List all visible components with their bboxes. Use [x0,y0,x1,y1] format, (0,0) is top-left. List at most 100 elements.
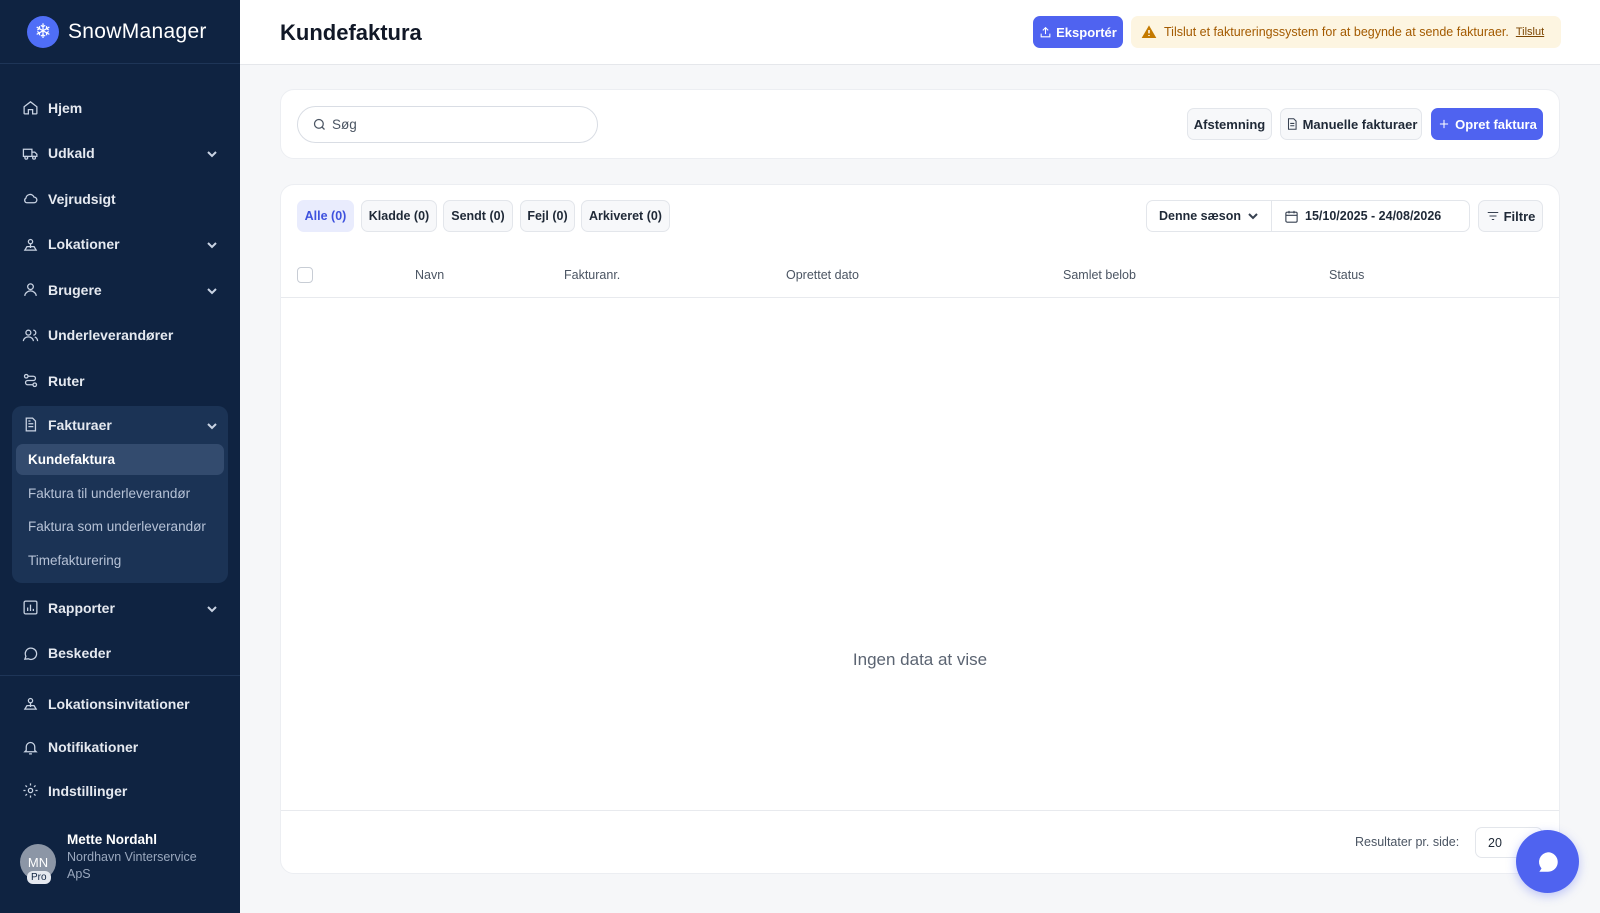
table-footer: Resultater pr. side: 20 [281,810,1559,873]
table-header: Navn Fakturanr. Oprettet dato Samlet bel… [281,251,1559,298]
season-select[interactable]: Denne sæson [1146,200,1272,232]
plan-badge: Pro [27,871,51,884]
create-invoice-button[interactable]: Opret faktura [1431,108,1543,140]
page-title: Kundefaktura [280,20,422,45]
tab-alle[interactable]: Alle (0) [297,200,354,232]
column-header-samlet-belob[interactable]: Samlet belob [1063,268,1136,282]
bell-icon [22,739,39,756]
app-name: SnowManager [68,19,207,43]
home-icon [22,99,39,116]
sidebar-item-lokationsinvitationer[interactable]: Lokationsinvitationer [12,682,228,726]
column-header-status[interactable]: Status [1329,268,1364,282]
snowflake-icon: ❄ [27,15,59,48]
sidebar-item-vejrudsigt[interactable]: Vejrudsigt [12,176,228,222]
sidebar-item-fakturaer[interactable]: Fakturaer [12,406,228,444]
chat-bubble-icon [1538,851,1558,872]
warning-icon [1141,25,1157,38]
results-per-page-value: 20 [1488,835,1502,850]
plus-icon [1440,119,1449,129]
date-range-picker[interactable]: 15/10/2025 - 24/08/2026 [1271,200,1470,232]
upload-icon [1040,26,1051,37]
sidebar-item-label: Lokationsinvitationer [48,695,190,712]
sidebar-item-label: Udkald [48,145,95,162]
location-pin-icon [22,695,39,712]
export-button[interactable]: Eksportér [1033,16,1123,48]
filter-label: Filtre [1503,208,1536,224]
sidebar-item-label: Rapporter [48,599,115,616]
main-nav: Hjem Udkald Vejrudsigt Lokationer Bruger… [12,85,228,676]
column-header-oprettet-dato[interactable]: Oprettet dato [786,268,859,282]
tab-kladde[interactable]: Kladde (0) [361,200,437,232]
sidebar-bottom: Lokationsinvitationer Notifikationer Ind… [0,675,240,813]
sidebar-item-indstillinger[interactable]: Indstillinger [12,769,228,813]
sidebar-item-beskeder[interactable]: Beskeder [12,631,228,677]
message-icon [22,645,39,662]
sidebar-subitem-faktura-til-underleverandor[interactable]: Faktura til underleverandør [16,477,224,511]
user-name: Mette Nordahl [67,832,158,847]
toolbar-card: Afstemning Manuelle fakturaer Opret fakt… [280,89,1560,159]
sidebar-item-label: Ruter [48,372,85,389]
sidebar: ❄ SnowManager Hjem Udkald Vejrudsigt Lok… [0,0,240,913]
logo[interactable]: ❄ SnowManager [0,0,240,64]
sidebar-item-udkald[interactable]: Udkald [12,131,228,177]
sidebar-item-notifikationer[interactable]: Notifikationer [12,726,228,770]
search-icon [313,118,325,130]
document-icon [1287,118,1297,130]
export-label: Eksportér [1056,24,1117,40]
reconcile-button[interactable]: Afstemning [1187,108,1272,140]
chevron-down-icon [1248,213,1258,220]
warning-banner: Tilslut et faktureringssystem for at beg… [1131,16,1561,48]
column-header-navn[interactable]: Navn [415,268,444,282]
search-box[interactable] [297,106,598,143]
sidebar-item-ruter[interactable]: Ruter [12,358,228,404]
sidebar-item-label: Hjem [48,99,83,116]
tab-fejl[interactable]: Fejl (0) [520,200,575,232]
user-info: Mette Nordahl Nordhavn Vinterservice ApS [67,832,217,883]
sidebar-subitem-kundefaktura[interactable]: Kundefaktura [16,443,224,475]
filter-button[interactable]: Filtre [1478,200,1543,232]
create-invoice-label: Opret faktura [1455,116,1537,132]
sidebar-item-rapporter[interactable]: Rapporter [12,585,228,631]
sidebar-item-label: Fakturaer [48,416,112,433]
sidebar-item-brugere[interactable]: Brugere [12,267,228,313]
sidebar-group-fakturaer: Fakturaer Kundefaktura Faktura til under… [12,405,228,583]
users-icon [22,327,39,344]
sidebar-subitem-faktura-som-underleverandor[interactable]: Faktura som underleverandør [16,510,224,544]
avatar: MN Pro [20,844,56,884]
calendar-icon [1285,210,1298,223]
filter-icon [1487,211,1498,221]
chat-button[interactable] [1516,830,1579,893]
column-header-fakturanr[interactable]: Fakturanr. [564,268,620,282]
sidebar-item-label: Notifikationer [48,739,139,756]
manual-invoices-label: Manuelle fakturaer [1302,116,1418,132]
user-icon [22,281,39,298]
gear-icon [22,782,39,799]
sidebar-item-label: Vejrudsigt [48,190,116,207]
chevron-down-icon [206,284,218,296]
chevron-down-icon [206,147,218,159]
invoice-table-card: Alle (0) Kladde (0) Sendt (0) Fejl (0) A… [280,184,1560,874]
truck-icon [22,145,39,162]
chevron-down-icon [206,419,218,431]
sidebar-item-hjem[interactable]: Hjem [12,85,228,131]
tab-sendt[interactable]: Sendt (0) [443,200,513,232]
document-icon [22,416,39,433]
sidebar-item-label: Brugere [48,281,102,298]
sidebar-subitem-timefakturering[interactable]: Timefakturering [16,544,224,578]
empty-state: Ingen data at vise [852,650,988,669]
sidebar-item-underleverandorer[interactable]: Underleverandører [12,313,228,359]
route-icon [22,372,39,389]
manual-invoices-button[interactable]: Manuelle fakturaer [1280,108,1422,140]
date-range-value: 15/10/2025 - 24/08/2026 [1305,209,1442,223]
sidebar-item-label: Beskeder [48,645,112,662]
select-all-checkbox[interactable] [297,267,313,283]
cloud-icon [22,190,39,207]
sidebar-item-label: Indstillinger [48,782,128,799]
search-input[interactable] [332,117,572,132]
connect-link[interactable]: Tilslut [1516,26,1544,38]
tab-arkiveret[interactable]: Arkiveret (0) [581,200,670,232]
sidebar-item-lokationer[interactable]: Lokationer [12,222,228,268]
user-company: Nordhavn Vinterservice ApS [67,850,197,881]
avatar-initials: MN [27,854,49,870]
user-profile[interactable]: MN Pro Mette Nordahl Nordhavn Vinterserv… [20,832,217,884]
